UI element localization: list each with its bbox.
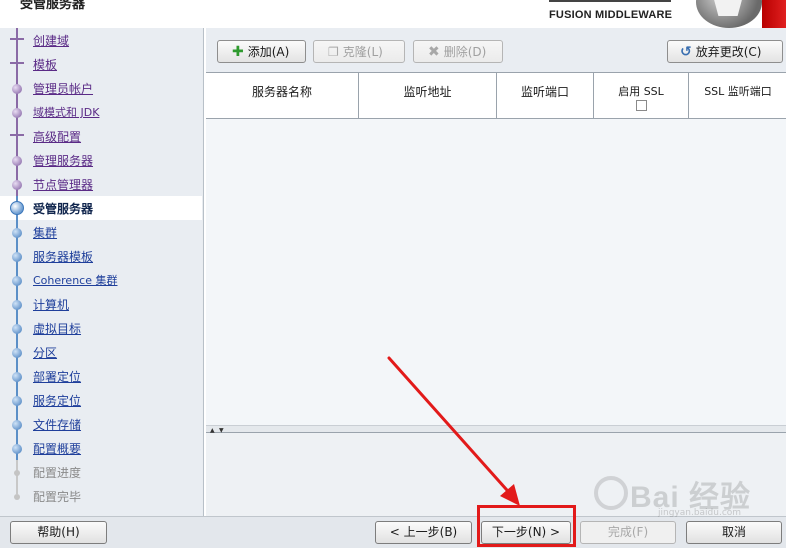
step-pending-icon — [12, 444, 22, 454]
cancel-button[interactable]: 取消 — [686, 521, 782, 544]
step-pending-icon — [12, 396, 22, 406]
step-pending-icon — [12, 372, 22, 382]
nav-step-label: 模板 — [33, 58, 58, 72]
step-pending-icon — [12, 300, 22, 310]
delete-button[interactable]: ✖ 删除(D) — [413, 40, 503, 63]
nav-step-label: 管理员帐户 — [33, 82, 94, 96]
nav-step-label: 节点管理器 — [33, 178, 94, 192]
add-button-label: 添加(A) — [247, 45, 290, 59]
nav-step-file-stores[interactable]: 文件存储 — [0, 412, 202, 436]
step-branch-icon — [10, 134, 24, 136]
column-header-listen-port[interactable]: 监听端口 — [497, 73, 594, 119]
step-disabled-icon — [14, 494, 20, 500]
column-header-listen-address[interactable]: 监听地址 — [359, 73, 497, 119]
step-pending-icon — [12, 228, 22, 238]
nav-step-label: 服务定位 — [33, 394, 82, 408]
nav-step-label: 域模式和 JDK — [33, 106, 100, 119]
nav-step-config-progress: 配置进度 — [0, 460, 202, 484]
delete-button-label: 删除(D) — [443, 45, 487, 59]
step-done-icon — [12, 84, 22, 94]
nav-step-advanced-config[interactable]: 高级配置 — [0, 124, 202, 148]
nav-step-domain-mode-jdk[interactable]: 域模式和 JDK — [0, 100, 202, 124]
column-header-server-name[interactable]: 服务器名称 — [206, 73, 359, 119]
clone-icon: ❐ — [328, 44, 339, 59]
header-title: 受管服务器 — [20, 0, 86, 12]
nav-step-partitions[interactable]: 分区 — [0, 340, 202, 364]
clone-button[interactable]: ❐ 克隆(L) — [313, 40, 405, 63]
nav-step-label: 计算机 — [33, 298, 70, 312]
nav-step-config-complete: 配置完毕 — [0, 484, 202, 508]
nav-step-label: 高级配置 — [33, 130, 82, 144]
nav-step-label: 管理服务器 — [33, 154, 94, 168]
step-pending-icon — [12, 348, 22, 358]
nav-step-label: 配置完毕 — [33, 490, 82, 504]
step-disabled-icon — [14, 470, 20, 476]
table-header-row: 服务器名称 监听地址 监听端口 启用 SSL SSL 监听端口 — [206, 73, 786, 119]
nav-step-label: 受管服务器 — [33, 202, 94, 216]
nav-step-label: 分区 — [33, 346, 58, 360]
nav-step-service-targeting[interactable]: 服务定位 — [0, 388, 202, 412]
column-header-enable-ssl[interactable]: 启用 SSL — [594, 73, 689, 119]
nav-step-label: 服务器模板 — [33, 250, 94, 264]
nav-step-create-domain[interactable]: 创建域 — [0, 28, 202, 52]
discard-button-label: 放弃更改(C) — [695, 45, 762, 59]
step-pending-icon — [12, 276, 22, 286]
step-done-icon — [12, 156, 22, 166]
nav-step-virtual-targets[interactable]: 虚拟目标 — [0, 316, 202, 340]
step-pending-icon — [12, 252, 22, 262]
nav-step-clusters[interactable]: 集群 — [0, 220, 202, 244]
undo-icon: ↺ — [680, 43, 692, 60]
nav-step-coherence-clusters[interactable]: Coherence 集群 — [0, 268, 202, 292]
plus-icon: ✚ — [232, 43, 244, 60]
finish-button[interactable]: 完成(F) — [580, 521, 676, 544]
nav-step-label: 虚拟目标 — [33, 322, 82, 336]
nav-step-label: 配置进度 — [33, 466, 82, 480]
nav-step-node-manager[interactable]: 节点管理器 — [0, 172, 202, 196]
nav-step-label: 文件存储 — [33, 418, 82, 432]
step-current-icon — [10, 201, 24, 215]
step-branch-icon — [10, 38, 24, 40]
nav-step-templates[interactable]: 模板 — [0, 52, 202, 76]
annotation-highlight-box — [477, 505, 576, 547]
brand-text: FUSION MIDDLEWARE — [549, 9, 673, 21]
nav-step-label: 创建域 — [33, 34, 70, 48]
delete-x-icon: ✖ — [428, 43, 440, 60]
step-pending-icon — [12, 420, 22, 430]
step-done-icon — [12, 180, 22, 190]
nav-step-admin-server[interactable]: 管理服务器 — [0, 148, 202, 172]
brand-red-stripe — [762, 0, 786, 28]
step-pending-icon — [12, 324, 22, 334]
step-navigation: 创建域 模板 管理员帐户 域模式和 JDK 高级配置 管理服务器 节点管理器 受… — [0, 28, 202, 516]
window-header: 受管服务器 FUSION MIDDLEWARE — [0, 0, 786, 28]
add-button[interactable]: ✚ 添加(A) — [217, 40, 306, 63]
nav-step-label: Coherence 集群 — [33, 274, 118, 287]
brand-rule — [549, 0, 671, 2]
nav-step-label: 集群 — [33, 226, 58, 240]
enable-ssl-all-checkbox[interactable] — [635, 100, 647, 111]
nav-step-deployment-targeting[interactable]: 部署定位 — [0, 364, 202, 388]
clone-button-label: 克隆(L) — [342, 45, 383, 59]
table-toolbar: ✚ 添加(A) ❐ 克隆(L) ✖ 删除(D) ↺ 放弃更改(C) — [206, 28, 786, 72]
nav-step-label: 部署定位 — [33, 370, 82, 384]
discard-changes-button[interactable]: ↺ 放弃更改(C) — [667, 40, 783, 63]
back-button[interactable]: < 上一步(B) — [375, 521, 472, 544]
annotation-arrow-icon — [387, 356, 520, 506]
nav-step-server-templates[interactable]: 服务器模板 — [0, 244, 202, 268]
nav-step-machines[interactable]: 计算机 — [0, 292, 202, 316]
nav-step-admin-account[interactable]: 管理员帐户 — [0, 76, 202, 100]
nav-step-config-summary[interactable]: 配置概要 — [0, 436, 202, 460]
wizard-footer: 帮助(H) < 上一步(B) 下一步(N) > 完成(F) 取消 — [0, 516, 786, 548]
step-branch-icon — [10, 62, 24, 64]
nav-step-managed-servers[interactable]: 受管服务器 — [0, 196, 202, 220]
nav-step-label: 配置概要 — [33, 442, 82, 456]
step-done-icon — [12, 108, 22, 118]
help-button[interactable]: 帮助(H) — [10, 521, 107, 544]
column-header-ssl-listen-port[interactable]: SSL 监听端口 — [689, 73, 786, 119]
